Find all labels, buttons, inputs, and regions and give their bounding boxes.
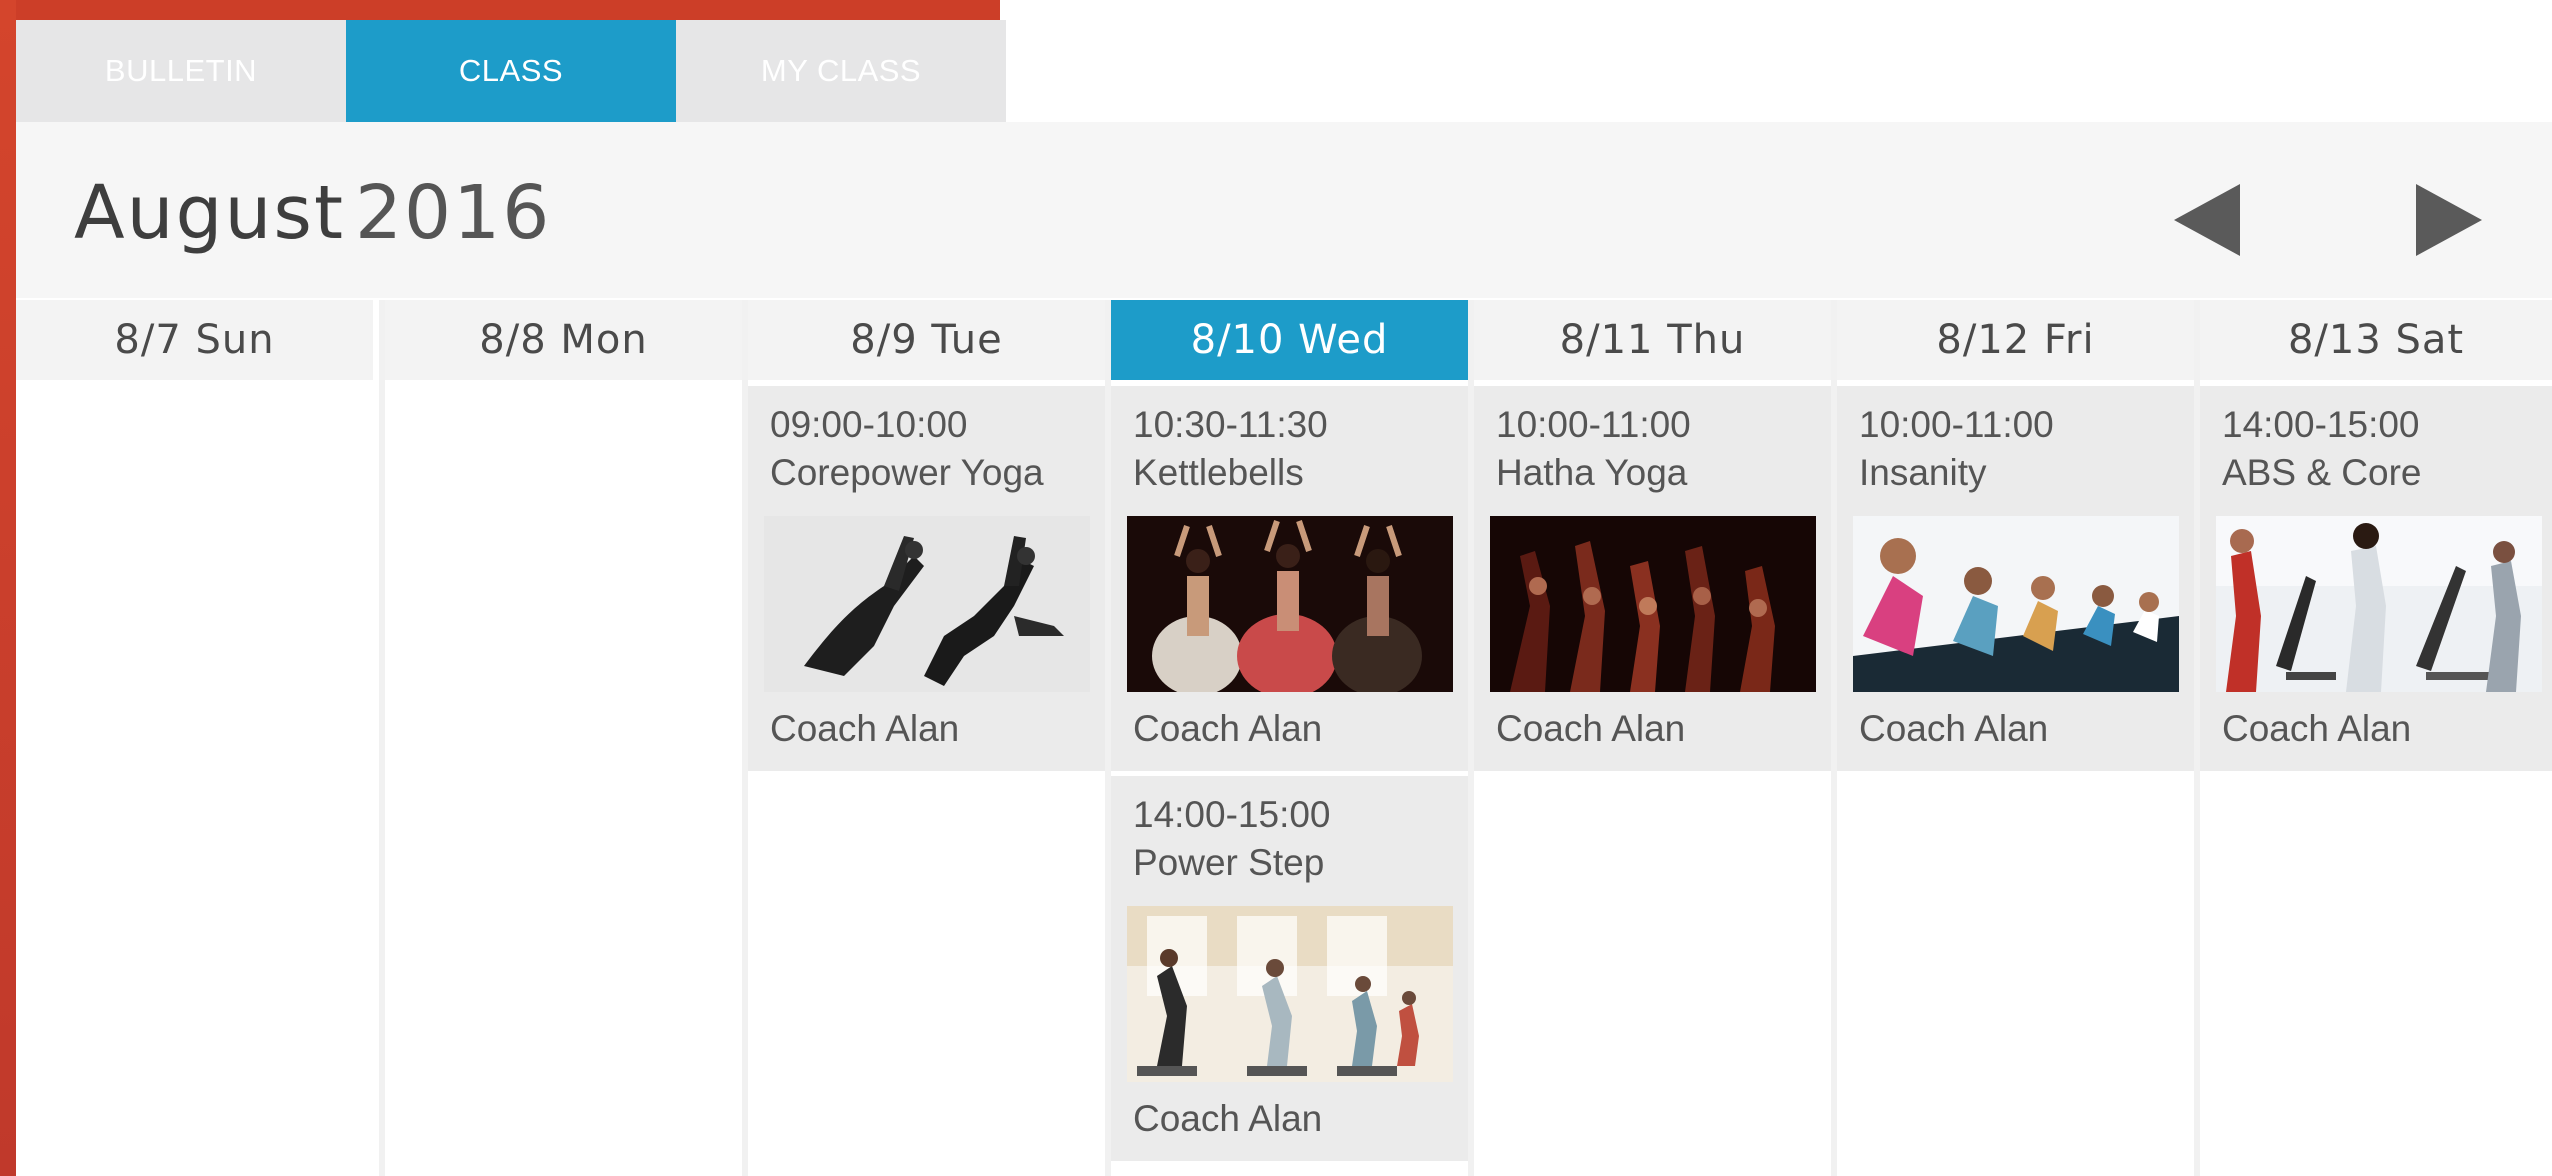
month-year-title: August 2016 <box>74 170 551 256</box>
year-label: 2016 <box>354 170 552 256</box>
class-session-card[interactable]: 09:00-10:00 Corepower Yoga Coach Alan <box>748 386 1105 771</box>
session-coach: Coach Alan <box>770 708 960 749</box>
session-name: Kettlebells <box>1133 452 1304 493</box>
day-column-mon: 8/8 Mon <box>385 300 742 1176</box>
next-week-button[interactable] <box>2408 180 2488 260</box>
tab-bar: BULLETIN CLASS MY CLASS <box>16 20 1006 122</box>
class-session-card[interactable]: 10:30-11:30 Kettlebells Coach Alan <box>1111 386 1468 771</box>
elliptical-gym-photo <box>2216 516 2542 692</box>
session-name: ABS & Core <box>2222 452 2422 493</box>
class-session-card[interactable]: 10:00-11:00 Insanity Coach Alan <box>1837 386 2194 771</box>
flamenco-dancers-photo <box>1127 516 1453 692</box>
tab-bulletin[interactable]: BULLETIN <box>16 20 346 122</box>
session-name: Corepower Yoga <box>770 452 1044 493</box>
day-header: 8/13 Sat <box>2200 300 2552 380</box>
month-label: August <box>74 170 345 256</box>
session-time: 09:00-10:00 <box>770 404 968 445</box>
session-name: Insanity <box>1859 452 1987 493</box>
day-header: 8/7 Sun <box>16 300 373 380</box>
day-column-wed: 8/10 Wed 10:30-11:30 Kettlebells Coach A… <box>1111 300 1468 1176</box>
day-column-sun: 8/7 Sun <box>16 300 373 1176</box>
stage-dancers-photo <box>1490 516 1816 692</box>
day-header-today: 8/10 Wed <box>1111 300 1468 380</box>
step-class-photo <box>1127 906 1453 1082</box>
session-coach: Coach Alan <box>2222 708 2412 749</box>
previous-week-button[interactable] <box>2168 180 2248 260</box>
class-session-card[interactable]: 10:00-11:00 Hatha Yoga Coach Alan <box>1474 386 1831 771</box>
dancers-bw-photo <box>764 516 1090 692</box>
session-coach: Coach Alan <box>1859 708 2049 749</box>
session-time: 10:00-11:00 <box>1859 404 2054 445</box>
session-coach: Coach Alan <box>1133 708 1323 749</box>
calendar-header: August 2016 <box>16 122 2552 298</box>
day-header: 8/9 Tue <box>748 300 1105 380</box>
class-session-card[interactable]: 14:00-15:00 Power Step Coach Alan <box>1111 776 1468 1161</box>
triangle-right-icon <box>2416 184 2482 256</box>
day-column-sat: 8/13 Sat 14:00-15:00 ABS & Core Coach Al… <box>2200 300 2552 1176</box>
spin-class-photo <box>1853 516 2179 692</box>
day-header: 8/11 Thu <box>1474 300 1831 380</box>
session-time: 10:30-11:30 <box>1133 404 1328 445</box>
session-time: 14:00-15:00 <box>1133 794 1331 835</box>
session-name: Power Step <box>1133 842 1325 883</box>
tab-class[interactable]: CLASS <box>346 20 676 122</box>
day-column-tue: 8/9 Tue 09:00-10:00 Corepower Yoga Coach… <box>748 300 1105 1176</box>
class-session-card[interactable]: 14:00-15:00 ABS & Core Coach Alan <box>2200 386 2552 771</box>
session-coach: Coach Alan <box>1133 1098 1323 1139</box>
session-coach: Coach Alan <box>1496 708 1686 749</box>
triangle-left-icon <box>2174 184 2240 256</box>
day-header: 8/8 Mon <box>385 300 742 380</box>
day-column-fri: 8/12 Fri 10:00-11:00 Insanity Coach Alan <box>1837 300 2194 1176</box>
left-red-edge <box>0 0 16 1176</box>
session-time: 14:00-15:00 <box>2222 404 2420 445</box>
session-name: Hatha Yoga <box>1496 452 1688 493</box>
tab-my-class[interactable]: MY CLASS <box>676 20 1006 122</box>
session-time: 10:00-11:00 <box>1496 404 1691 445</box>
day-column-thu: 8/11 Thu 10:00-11:00 Hatha Yoga Coach Al… <box>1474 300 1831 1176</box>
day-header: 8/12 Fri <box>1837 300 2194 380</box>
week-grid: 8/7 Sun 8/8 Mon 8/9 Tue 09:00-10:00 Core… <box>16 300 2552 1176</box>
